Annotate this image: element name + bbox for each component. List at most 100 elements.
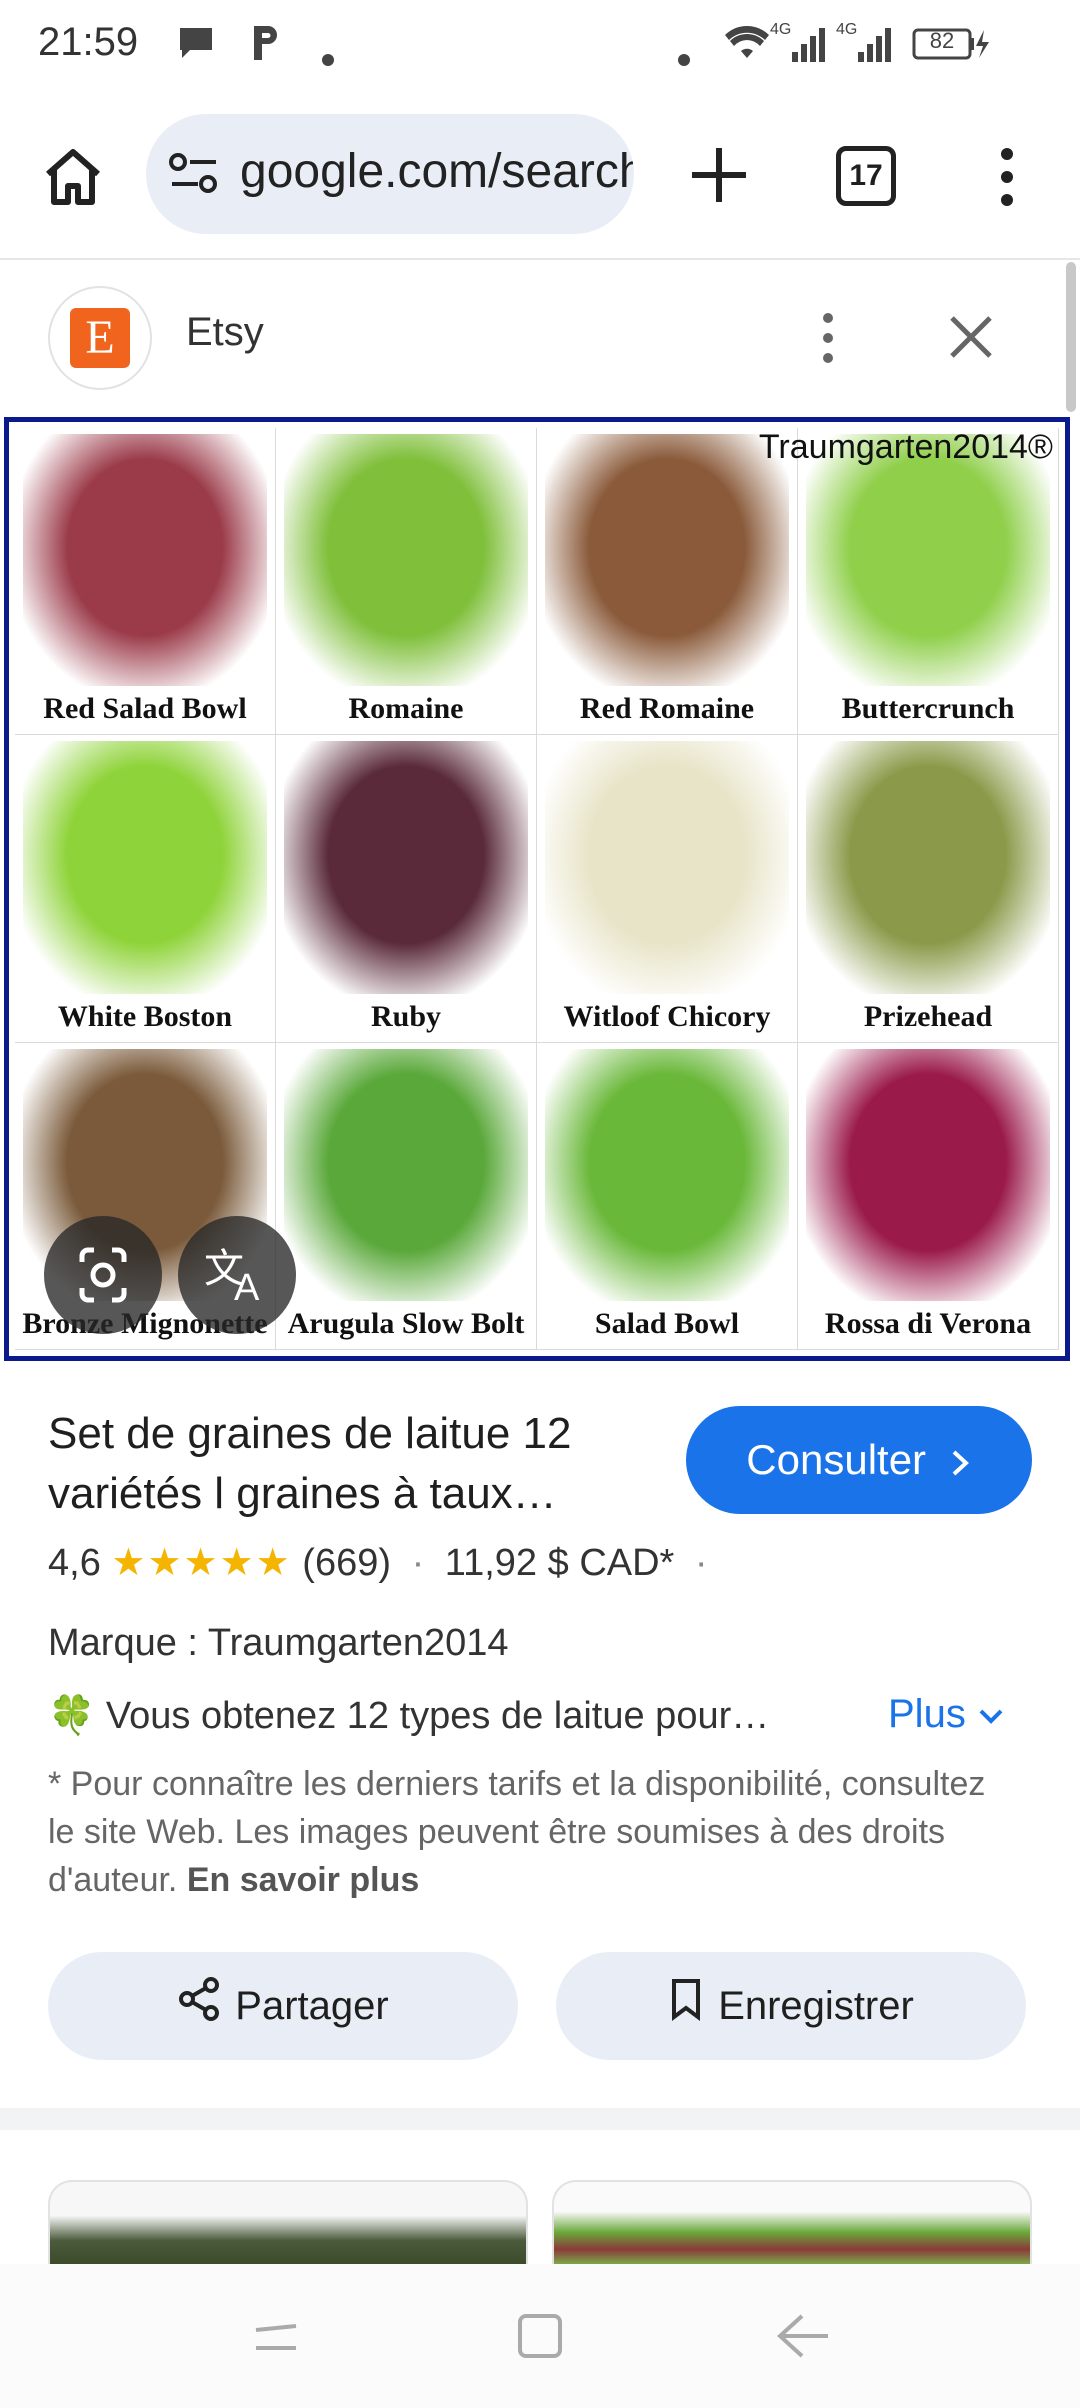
lettuce-photo [284,1048,528,1301]
source-name[interactable]: Etsy [186,310,264,355]
chat-icon [176,24,216,69]
dot-icon [322,36,334,75]
plus-icon [692,148,746,202]
home-button[interactable] [40,144,106,210]
clover-icon: 🍀 [48,1695,96,1737]
separator-dot: · [411,1542,425,1584]
status-time: 21:59 [38,20,139,64]
source-menu-button[interactable] [816,308,840,368]
product-title[interactable]: Set de graines de laitue 12 variétés l g… [48,1404,648,1524]
home-nav-icon[interactable] [514,2310,566,2362]
url-bar[interactable]: google.com/search [146,114,634,234]
share-icon [177,1954,221,2062]
lettuce-cell: Arugula Slow Bolt [276,1042,537,1350]
image-watermark: Traumgarten2014® [758,428,1053,466]
dot-icon [678,36,690,75]
description-text: Vous obtenez 12 types de laitue pour… [105,1695,770,1737]
close-icon [950,316,992,358]
lettuce-cell: Buttercrunch [798,428,1059,736]
source-header: E Etsy [0,260,1080,416]
lettuce-label: Red Romaine [579,692,755,726]
lens-icon [79,1247,127,1303]
svg-text:A: A [234,1267,260,1309]
lettuce-cell: Romaine [276,428,537,736]
parking-icon [250,24,282,71]
lettuce-cell: Prizehead [798,735,1059,1043]
consult-button[interactable]: Consulter [686,1406,1032,1514]
lettuce-cell: Witloof Chicory [537,735,798,1043]
lettuce-photo [545,434,789,687]
lettuce-photo [806,1048,1050,1301]
separator-dot: · [694,1542,708,1584]
lettuce-photo [545,741,789,994]
bookmark-icon [668,1954,704,2062]
more-vert-icon [1001,148,1013,206]
new-tab-button[interactable] [684,140,754,210]
more-button[interactable]: Plus [888,1692,1005,1737]
lettuce-label: Salad Bowl [594,1307,740,1340]
lettuce-label: Red Salad Bowl [43,692,247,726]
translate-button[interactable]: 文A [178,1216,296,1334]
lettuce-cell: Red Romaine [537,428,798,736]
lettuce-grid: Red Salad Bowl Romaine Red Romaine Buttercr… [15,428,1059,1350]
close-button[interactable] [946,312,996,362]
lettuce-label: Prizehead [863,999,993,1033]
svg-text:4G: 4G [836,21,857,38]
lettuce-label: Buttercrunch [841,692,1015,726]
battery-icon: 82 [912,26,996,71]
lettuce-cell: Ruby [276,735,537,1043]
home-icon [46,149,100,205]
brand-label: Marque : Traumgarten2014 [48,1622,509,1664]
share-label: Partager [235,1984,389,2028]
lettuce-cell: Rossa di Verona [798,1042,1059,1350]
lettuce-photo [23,741,267,994]
lettuce-cell: Salad Bowl [537,1042,798,1350]
lettuce-label: White Boston [57,999,233,1033]
wifi-icon [724,22,770,71]
net-label: 4G [770,21,791,38]
recents-icon[interactable] [250,2316,302,2360]
etsy-logo: E [70,308,130,368]
translate-icon: 文A [204,1246,260,1309]
lettuce-label: Rossa di Verona [824,1307,1032,1340]
more-vert-icon [823,313,833,363]
system-nav-bar [0,2264,1080,2408]
lettuce-label: Arugula Slow Bolt [287,1307,525,1340]
lettuce-cell: White Boston [15,735,276,1043]
lettuce-label: Witloof Chicory [563,999,771,1033]
chevron-down-icon [979,1709,1003,1724]
lettuce-label: Romaine [348,692,464,726]
tab-switcher-button[interactable]: 17 [836,146,896,206]
save-button[interactable]: Enregistrer [556,1952,1026,2060]
consult-label: Consulter [746,1436,927,1483]
review-count: (669) [302,1542,392,1584]
site-settings-icon[interactable] [168,152,220,196]
scrollbar[interactable] [1066,262,1076,412]
lettuce-photo [545,1048,789,1301]
lettuce-cell: Red Salad Bowl [15,428,276,736]
more-label: Plus [888,1692,966,1736]
google-lens-button[interactable] [44,1216,162,1334]
learn-more-link[interactable]: En savoir plus [187,1861,419,1899]
rating-row: 4,6 ★★★★★ (669) · 11,92 $ CAD* · [48,1540,708,1585]
back-icon[interactable] [772,2310,830,2362]
related-result-thumbnail[interactable] [552,2180,1032,2266]
price: 11,92 $ CAD* [444,1542,675,1584]
battery-level: 82 [929,28,955,53]
browser-menu-button[interactable] [996,144,1018,210]
source-logo[interactable]: E [48,286,152,390]
disclaimer: * Pour connaître les derniers tarifs et … [48,1760,1018,1904]
rating-value: 4,6 [48,1542,101,1584]
related-result-thumbnail[interactable] [48,2180,528,2266]
product-image[interactable]: Red Salad Bowl Romaine Red Romaine Buttercr… [4,417,1070,1361]
rating-stars: ★★★★★ [111,1542,292,1584]
signal-icon: 4G [836,20,896,73]
signal-icon: 4G [770,20,830,73]
status-bar: 21:59 4G 4G 82 [0,0,1080,92]
chevron-right-icon [952,1450,969,1476]
section-divider [0,2108,1080,2130]
lettuce-photo [284,434,528,687]
share-button[interactable]: Partager [48,1952,518,2060]
lettuce-photo [806,434,1050,687]
save-label: Enregistrer [718,1984,914,2028]
